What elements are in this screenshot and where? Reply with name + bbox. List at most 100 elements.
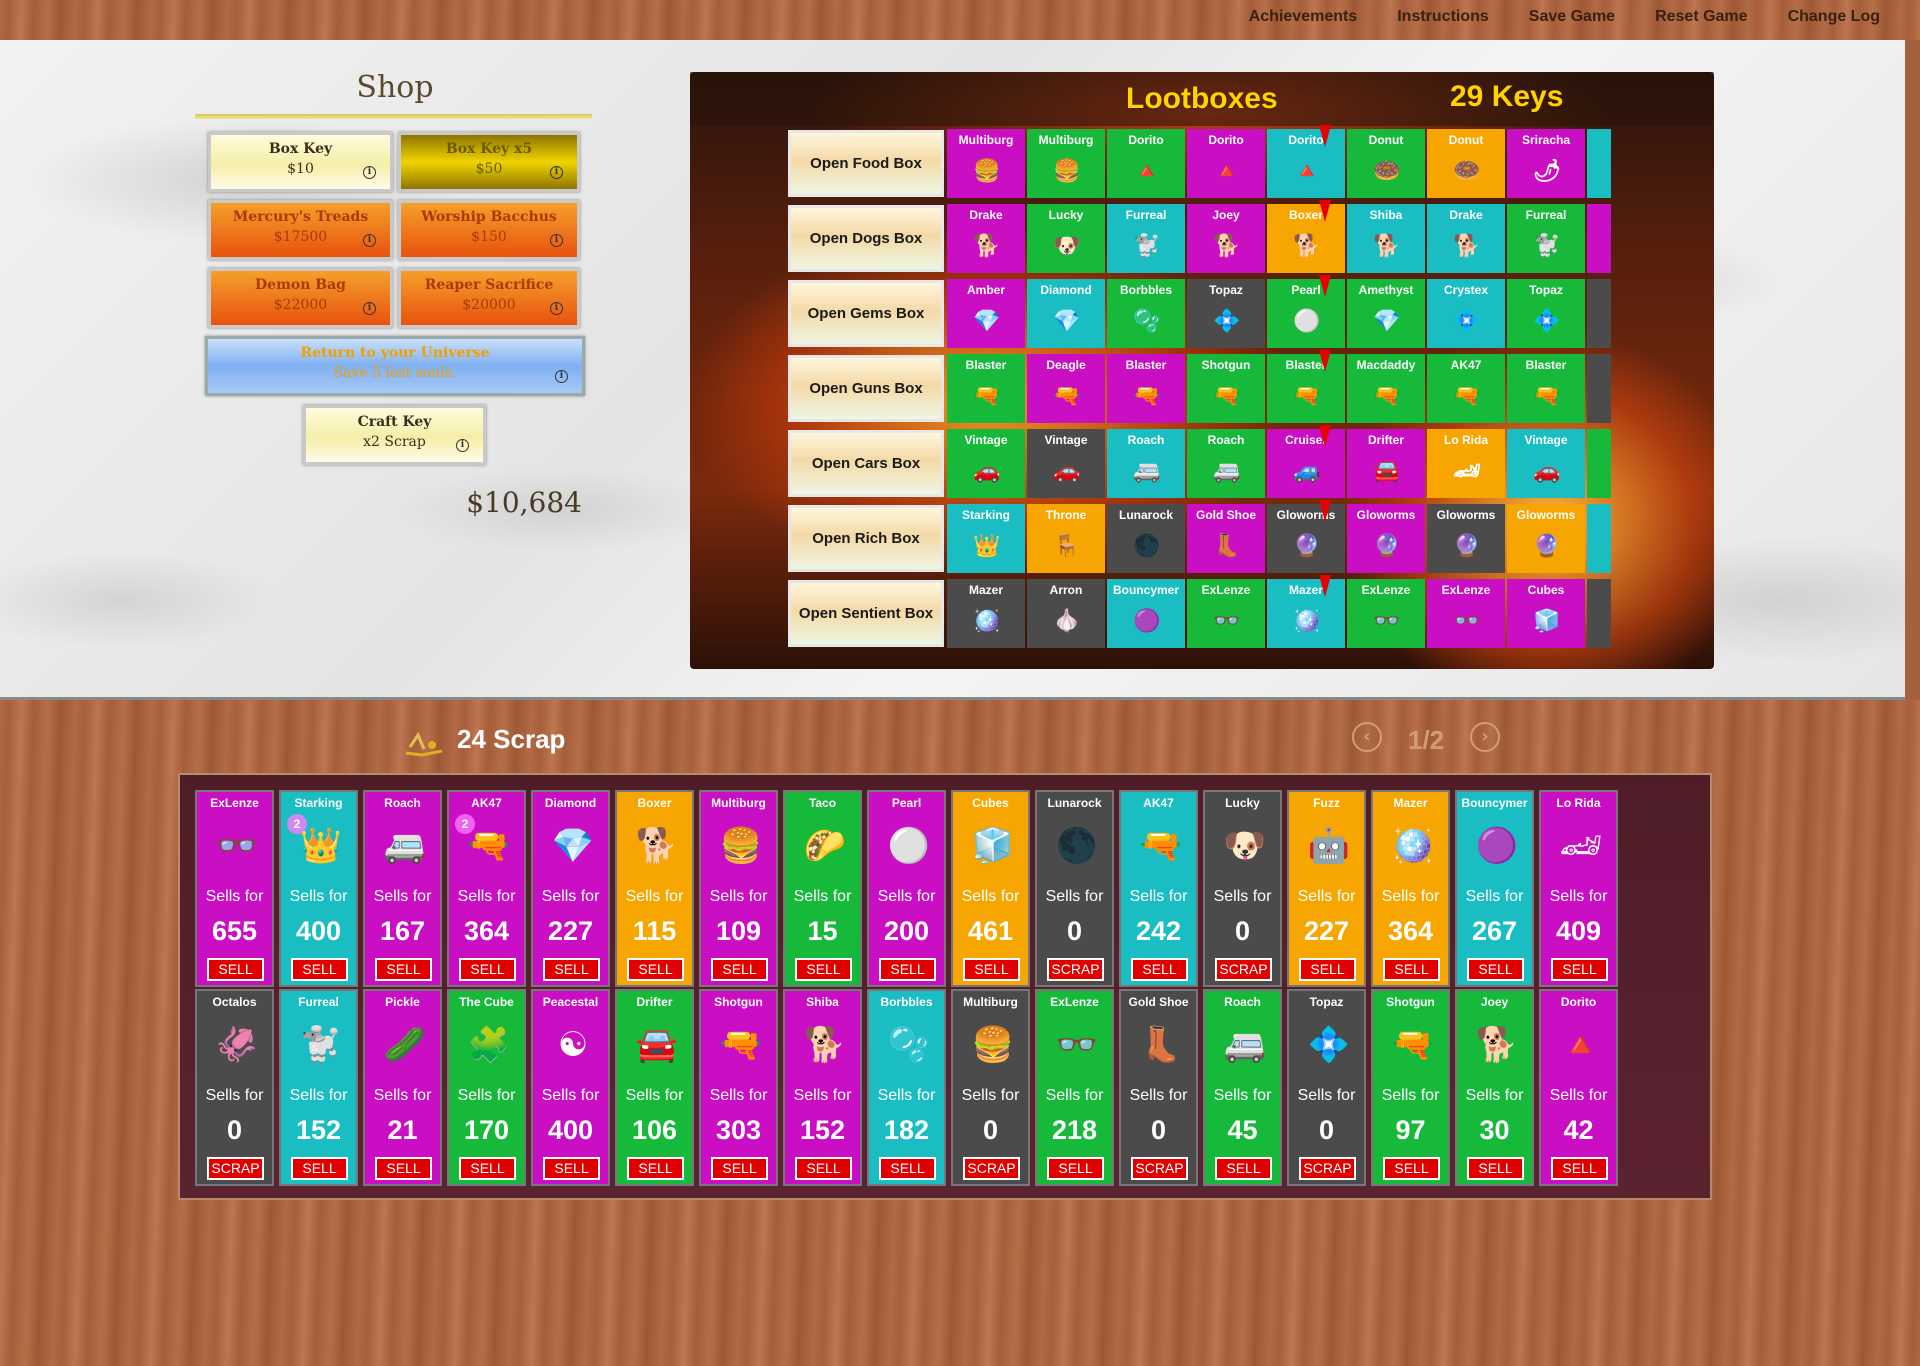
nav-reset-game[interactable]: Reset Game [1635, 7, 1768, 27]
selection-marker [1319, 350, 1331, 372]
item-name: Pickle [385, 995, 420, 1009]
sell-button[interactable]: SELL [291, 958, 348, 981]
info-icon[interactable]: i [550, 166, 563, 179]
lootbox-tile: Gloworms 🔮 [1427, 504, 1505, 573]
item-name: Drifter [636, 995, 673, 1009]
quantity-badge: 2 [287, 814, 307, 834]
scrap-button[interactable]: SCRAP [1131, 1157, 1188, 1180]
scrap-button[interactable]: SCRAP [1047, 958, 1104, 981]
tile-name: AK47 [1450, 358, 1482, 372]
shop-item-demon-bag[interactable]: Demon Bag $22000 i [208, 268, 393, 328]
shop-item-name: Demon Bag [255, 277, 346, 293]
sell-button[interactable]: SELL [459, 958, 516, 981]
sell-button[interactable]: SELL [879, 1157, 936, 1180]
nav-save-game[interactable]: Save Game [1509, 7, 1635, 27]
next-page-button[interactable]: › [1470, 722, 1500, 752]
sell-button[interactable]: SELL [1131, 958, 1188, 981]
sell-button[interactable]: SELL [1551, 1157, 1608, 1180]
furreal-icon: 🐩 [299, 1026, 343, 1064]
lootbox-tile: Roach 🚐 [1107, 429, 1185, 498]
lootbox-tile: Arron 🧄 [1027, 579, 1105, 648]
sell-button[interactable]: SELL [543, 958, 600, 981]
sell-button[interactable]: SELL [291, 1157, 348, 1180]
shop-item-box-key[interactable]: Box Key $10 i [208, 132, 393, 192]
sell-button[interactable]: SELL [375, 1157, 432, 1180]
info-icon[interactable]: i [550, 302, 563, 315]
item-name: Topaz [1309, 995, 1344, 1009]
sell-button[interactable]: SELL [459, 1157, 516, 1180]
ak47-icon: 🔫 [1139, 827, 1183, 865]
amethyst-icon: 💎 [1373, 308, 1401, 333]
item-name: Mazer [1393, 796, 1428, 810]
inventory-card: Octalos 🦑 Sells for 0 SCRAP [195, 989, 274, 1186]
nav-achievements[interactable]: Achievements [1229, 7, 1378, 27]
info-icon[interactable]: i [550, 234, 563, 247]
sell-button[interactable]: SELL [1467, 958, 1524, 981]
sell-button[interactable]: SELL [711, 1157, 768, 1180]
open-box-button[interactable]: Open Cars Box [788, 430, 944, 497]
sell-button[interactable]: SELL [795, 1157, 852, 1180]
sell-button[interactable]: SELL [879, 958, 936, 981]
vintage-icon: 🚗 [973, 458, 1001, 483]
item-value: 21 [387, 1115, 418, 1145]
ak47-icon: 🔫 [467, 827, 511, 865]
page-indicator: 1/2 [1408, 725, 1445, 755]
lootbox-tile: T [1587, 279, 1611, 348]
prev-page-button[interactable]: ‹ [1352, 722, 1382, 752]
shop-item-craft-key[interactable]: Craft Key x2 Scrap i [303, 405, 486, 465]
info-icon[interactable]: i [363, 302, 376, 315]
sell-button[interactable]: SELL [1551, 958, 1608, 981]
sell-button[interactable]: SELL [963, 958, 1020, 981]
open-box-button[interactable]: Open Dogs Box [788, 205, 944, 272]
info-icon[interactable]: i [363, 234, 376, 247]
sell-button[interactable]: SELL [1383, 958, 1440, 981]
sell-button[interactable]: SELL [1467, 1157, 1524, 1180]
item-name: Multiburg [963, 995, 1018, 1009]
shop-item-reaper-sacrifice[interactable]: Reaper Sacrifice $20000 i [398, 268, 580, 328]
sell-button[interactable]: SELL [1299, 958, 1356, 981]
nav-instructions[interactable]: Instructions [1377, 7, 1509, 27]
sells-for-label: Sells for [289, 1087, 348, 1104]
sell-button[interactable]: SELL [1383, 1157, 1440, 1180]
lootbox-tile: Amber 💎 [947, 279, 1025, 348]
shop-item-return-to-your-universe[interactable]: Return to your Universe Save 5 lost souls… [205, 336, 585, 396]
scrap-button[interactable]: SCRAP [963, 1157, 1020, 1180]
sell-button[interactable]: SELL [375, 958, 432, 981]
info-icon[interactable]: i [555, 370, 568, 383]
lootbox-tile: Crystex 💠 [1427, 279, 1505, 348]
sell-button[interactable]: SELL [627, 958, 684, 981]
open-box-button[interactable]: Open Rich Box [788, 505, 944, 572]
open-box-button[interactable]: Open Food Box [788, 130, 944, 197]
scrap-button[interactable]: SCRAP [1215, 958, 1272, 981]
nav-change-log[interactable]: Change Log [1768, 7, 1900, 27]
shop-item-name: Box Key [268, 141, 333, 157]
sell-button[interactable]: SELL [795, 958, 852, 981]
sells-for-label: Sells for [1549, 888, 1608, 905]
sell-button[interactable]: SELL [1215, 1157, 1272, 1180]
tile-name: Pearl [1291, 283, 1321, 297]
donut-icon: 🍩 [1453, 158, 1481, 183]
octalos-icon: 🦑 [215, 1026, 259, 1064]
scrap-button[interactable]: SCRAP [207, 1157, 264, 1180]
shop-item-mercury-s-treads[interactable]: Mercury's Treads $17500 i [208, 200, 393, 260]
sell-button[interactable]: SELL [543, 1157, 600, 1180]
open-box-button[interactable]: Open Sentient Box [788, 580, 944, 647]
scrap-button[interactable]: SCRAP [1299, 1157, 1356, 1180]
shop-item-worship-bacchus[interactable]: Worship Bacchus $150 i [398, 200, 580, 260]
tile-name: Mazer [968, 583, 1003, 597]
sell-button[interactable]: SELL [627, 1157, 684, 1180]
sell-button[interactable]: SELL [207, 958, 264, 981]
selection-marker [1319, 500, 1331, 522]
item-name: Shotgun [714, 995, 763, 1009]
info-icon[interactable]: i [363, 166, 376, 179]
inventory-card: Lunarock 🌑 Sells for 0 SCRAP [1035, 790, 1114, 987]
open-box-button[interactable]: Open Gems Box [788, 280, 944, 347]
shop-item-box-key-x5[interactable]: Box Key x5 $50 i [398, 132, 580, 192]
info-icon[interactable]: i [456, 439, 469, 452]
tile-name: Lunarock [1118, 508, 1173, 522]
open-box-button[interactable]: Open Guns Box [788, 355, 944, 422]
blaster-icon: 🔫 [1533, 383, 1561, 408]
sell-button[interactable]: SELL [711, 958, 768, 981]
item-name: Lucky [1225, 796, 1260, 810]
sell-button[interactable]: SELL [1047, 1157, 1104, 1180]
